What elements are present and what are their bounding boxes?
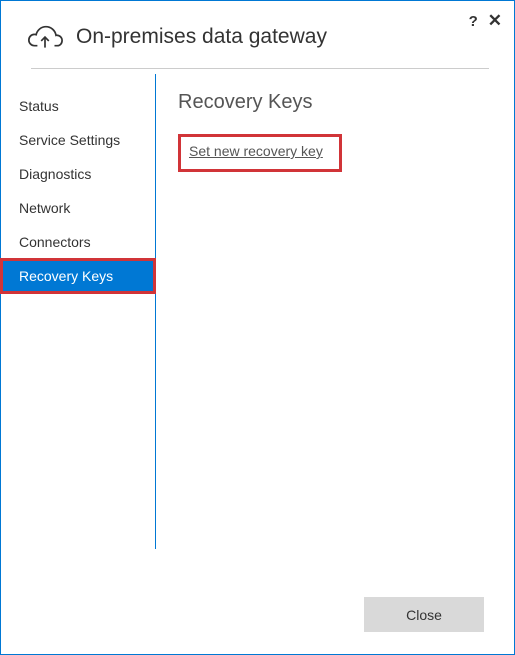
set-new-recovery-key-link[interactable]: Set new recovery key: [189, 143, 323, 159]
sidebar-item-label: Status: [19, 98, 59, 114]
header: On-premises data gateway ? ✕: [1, 1, 514, 68]
main-panel: Recovery Keys Set new recovery key: [156, 74, 514, 549]
header-actions: ? ✕: [469, 11, 502, 31]
sidebar-item-label: Recovery Keys: [19, 268, 113, 284]
sidebar-item-label: Diagnostics: [19, 166, 91, 182]
sidebar-item-service-settings[interactable]: Service Settings: [1, 123, 155, 157]
sidebar-item-label: Service Settings: [19, 132, 120, 148]
sidebar-item-diagnostics[interactable]: Diagnostics: [1, 157, 155, 191]
sidebar-item-network[interactable]: Network: [1, 191, 155, 225]
sidebar-item-status[interactable]: Status: [1, 89, 155, 123]
content: Status Service Settings Diagnostics Netw…: [1, 69, 514, 549]
link-highlight-box: Set new recovery key: [178, 134, 342, 172]
app-title: On-premises data gateway: [76, 25, 327, 49]
help-icon[interactable]: ?: [469, 13, 478, 30]
sidebar-item-label: Network: [19, 200, 70, 216]
sidebar: Status Service Settings Diagnostics Netw…: [1, 74, 156, 549]
close-button[interactable]: Close: [364, 597, 484, 632]
cloud-upload-icon: [26, 21, 64, 53]
sidebar-item-recovery-keys[interactable]: Recovery Keys: [1, 259, 155, 293]
footer: Close: [364, 597, 484, 632]
sidebar-item-connectors[interactable]: Connectors: [1, 225, 155, 259]
sidebar-item-label: Connectors: [19, 234, 91, 250]
close-icon[interactable]: ✕: [488, 11, 502, 31]
page-title: Recovery Keys: [178, 91, 494, 114]
